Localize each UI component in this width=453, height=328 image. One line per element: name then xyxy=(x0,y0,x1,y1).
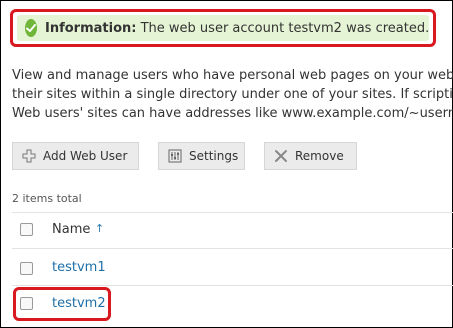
sort-ascending-icon[interactable]: ↑ xyxy=(95,222,104,235)
divider xyxy=(12,285,453,286)
add-web-user-label: Add Web User xyxy=(43,149,128,163)
description: View and manage users who have personal … xyxy=(12,66,453,123)
remove-x-icon xyxy=(273,148,289,164)
description-line: View and manage users who have personal … xyxy=(12,68,453,83)
info-body: The web user account testvm2 was created… xyxy=(140,20,430,36)
settings-label: Settings xyxy=(189,149,239,163)
remove-label: Remove xyxy=(295,149,344,163)
select-all-checkbox[interactable] xyxy=(20,223,33,236)
info-text: Information: The web user account testvm… xyxy=(45,21,429,36)
divider xyxy=(12,212,453,213)
settings-sliders-icon xyxy=(167,148,183,164)
row-checkbox[interactable] xyxy=(20,297,33,310)
info-label: Information: xyxy=(45,20,137,36)
settings-button[interactable]: Settings xyxy=(158,142,245,170)
row-checkbox[interactable] xyxy=(20,262,33,275)
user-link-testvm2[interactable]: testvm2 xyxy=(52,296,106,311)
divider xyxy=(12,248,453,249)
user-link-testvm1[interactable]: testvm1 xyxy=(52,260,106,275)
description-line: Web users' sites can have addresses like… xyxy=(12,106,453,121)
checkmark-icon xyxy=(25,19,37,37)
plus-icon xyxy=(21,148,37,164)
notice-highlight: Information: The web user account testvm… xyxy=(10,9,436,47)
remove-button[interactable]: Remove xyxy=(264,142,357,170)
add-web-user-button[interactable]: Add Web User xyxy=(12,142,139,170)
column-header-name[interactable]: Name xyxy=(52,222,90,237)
info-message: Information: The web user account testvm… xyxy=(17,15,429,41)
items-total: 2 items total xyxy=(12,192,82,205)
description-line: their sites within a single directory un… xyxy=(12,87,453,102)
